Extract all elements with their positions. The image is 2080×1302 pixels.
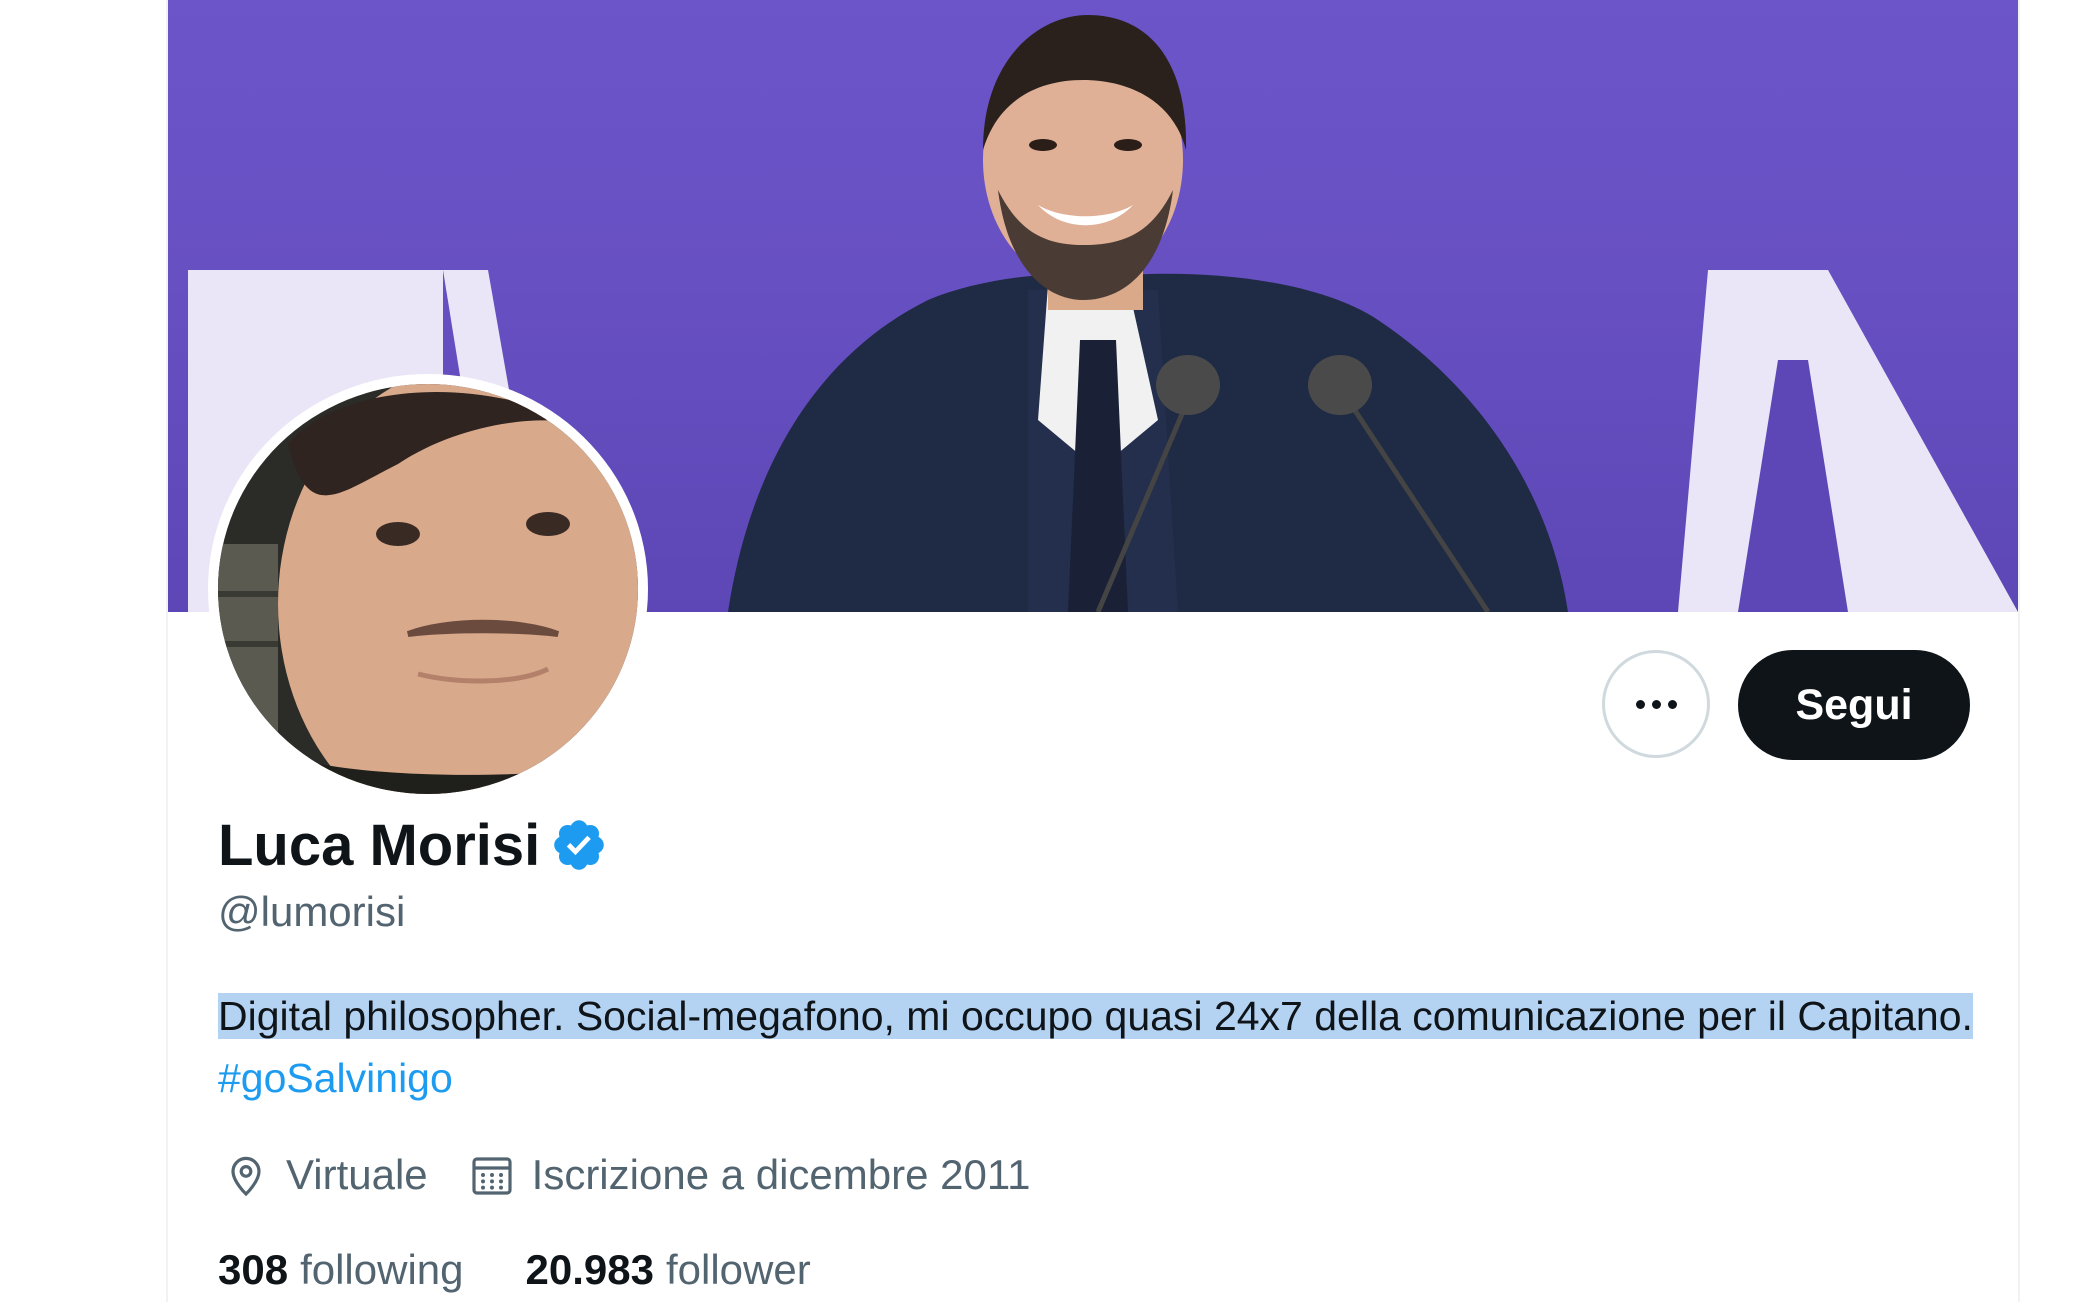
display-name: Luca Morisi <box>218 812 541 878</box>
more-options-icon-dot <box>1651 699 1661 709</box>
profile-card: Segui Luca Morisi @lumorisi Digital phil… <box>166 0 2020 1302</box>
join-date-text: Iscrizione a dicembre 2011 <box>531 1151 1031 1198</box>
profile-stats: 308 following 20.983 follower <box>218 1240 811 1300</box>
profile-join-date: Iscrizione a dicembre 2011 <box>468 1151 1031 1199</box>
profile-location: Virtuale <box>222 1151 428 1199</box>
more-options-icon <box>1635 699 1645 709</box>
location-text: Virtuale <box>286 1151 428 1198</box>
following-link[interactable]: 308 following <box>218 1246 464 1294</box>
bio-text: Digital philosopher. Social-megafono, mi… <box>218 993 1973 1039</box>
avatar-photo <box>218 384 638 794</box>
profile-avatar[interactable] <box>208 374 648 804</box>
bio-hashtag-link[interactable]: #goSalvinigo <box>218 1055 453 1101</box>
profile-bio: Digital philosopher. Social-megafono, mi… <box>218 985 1998 1109</box>
calendar-icon <box>472 1157 512 1195</box>
profile-name-row: Luca Morisi <box>218 810 608 880</box>
follow-button[interactable]: Segui <box>1738 650 1970 760</box>
profile-meta: Virtuale Iscrizione a dicembre 2011 <box>222 1145 1030 1205</box>
followers-count: 20.983 <box>525 1246 654 1293</box>
following-count: 308 <box>218 1246 289 1293</box>
profile-handle: @lumorisi <box>218 888 406 935</box>
followers-link[interactable]: 20.983 follower <box>526 1246 811 1294</box>
verified-badge-icon[interactable] <box>550 816 608 874</box>
location-pin-icon <box>231 1156 261 1197</box>
page: Segui Luca Morisi @lumorisi Digital phil… <box>0 0 2080 1302</box>
more-options-button[interactable] <box>1602 650 1710 758</box>
followers-label: follower <box>665 1246 811 1293</box>
more-options-icon-dot <box>1667 699 1677 709</box>
following-label: following <box>300 1246 464 1293</box>
